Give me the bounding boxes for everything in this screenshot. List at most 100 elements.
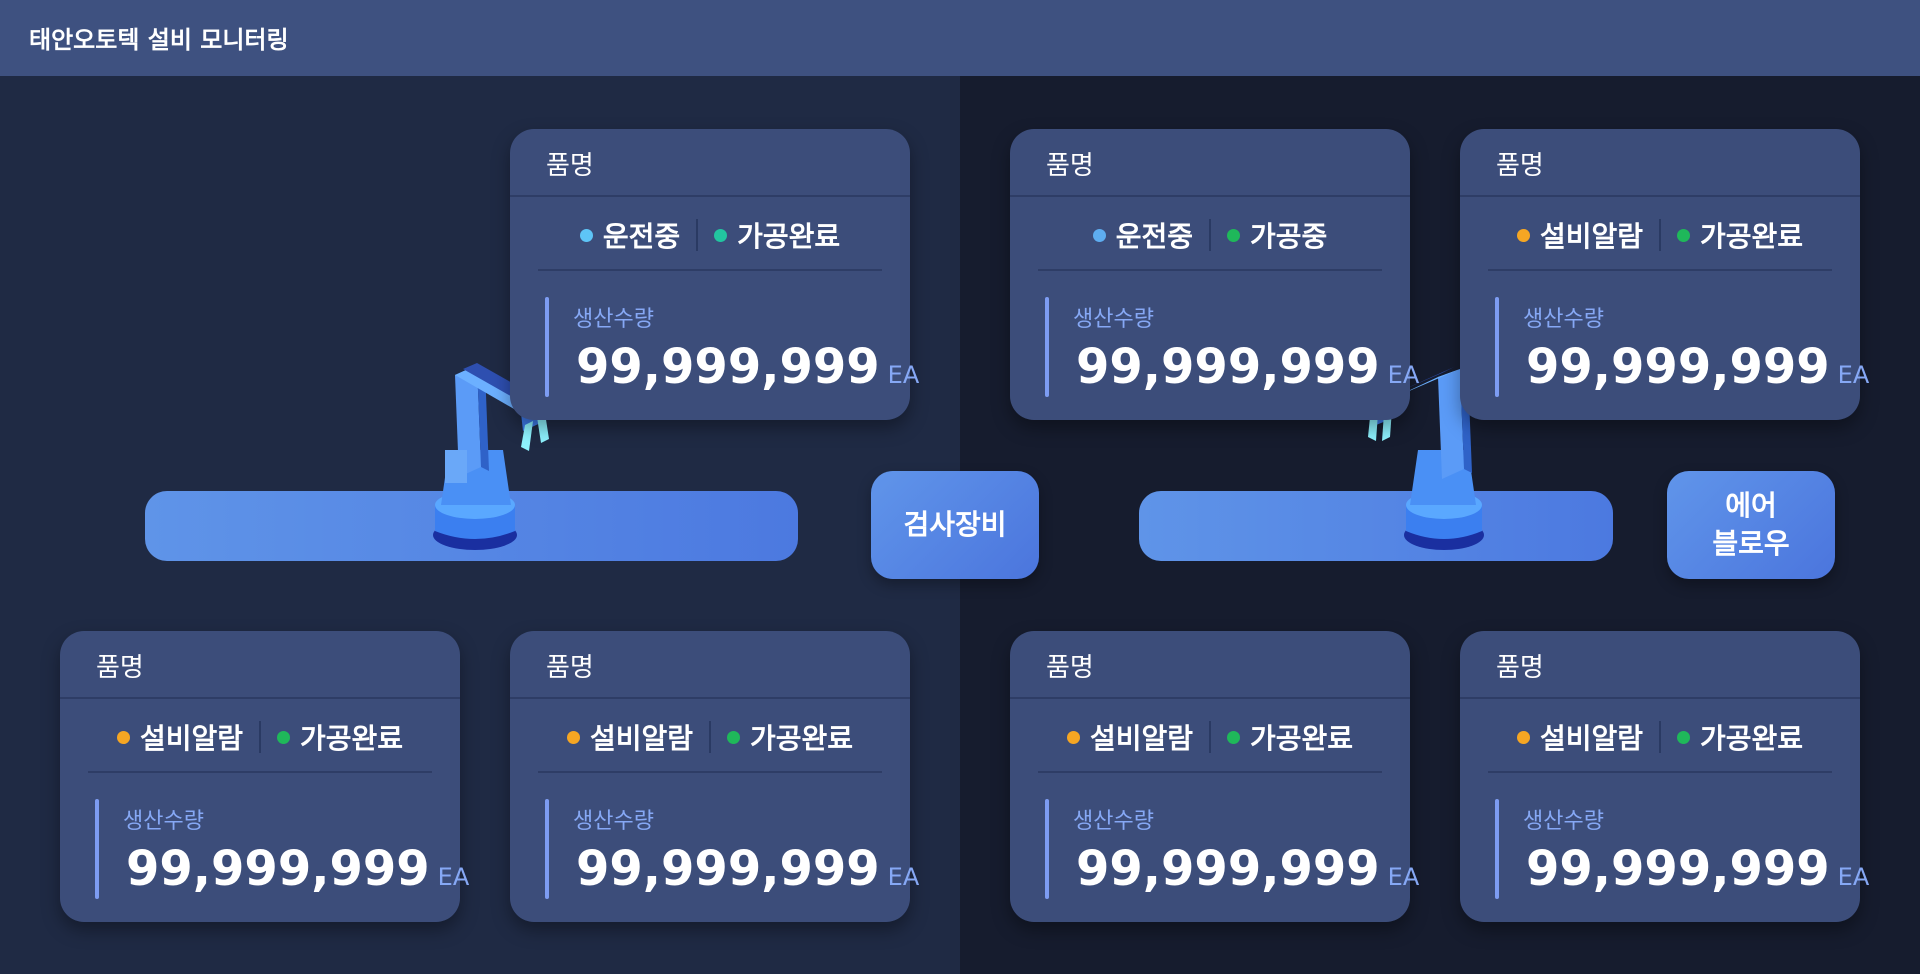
status-dot <box>1066 730 1080 744</box>
divider <box>1460 195 1860 197</box>
status-dot <box>1516 228 1530 242</box>
production-qty-label: 생산수량 <box>1523 809 1604 834</box>
status-row: 운전중 가공중 <box>1038 207 1382 263</box>
status-dot <box>1092 228 1106 242</box>
equipment-card[interactable]: 품명 설비알람 가공완료 생산수량 99,999,999 EA <box>1460 631 1869 922</box>
status-text: 운전중 <box>602 220 681 253</box>
divider <box>510 697 910 699</box>
production-qty-value: 99,999,999 EA <box>1076 339 1420 395</box>
divider <box>1038 771 1382 773</box>
divider <box>1488 771 1832 773</box>
status-dot <box>566 730 580 744</box>
qty-unit: EA <box>1387 863 1420 891</box>
status-item-primary: 설비알람 <box>116 717 243 757</box>
divider <box>88 771 432 773</box>
status-separator <box>709 721 711 753</box>
divider <box>1460 697 1860 699</box>
equipment-card[interactable]: 품명 운전중 가공완료 생산수량 99,999,999 EA <box>510 129 919 420</box>
equipment-card[interactable]: 품명 설비알람 가공완료 생산수량 99,999,999 EA <box>510 631 919 922</box>
equipment-card[interactable]: 품명 운전중 가공중 생산수량 99,999,999 EA <box>1010 129 1419 420</box>
status-text: 가공완료 <box>737 220 841 253</box>
status-item-primary: 설비알람 <box>1516 215 1643 255</box>
production-qty-label: 생산수량 <box>1073 809 1154 834</box>
production-qty-label: 생산수량 <box>1523 307 1604 332</box>
equipment-card[interactable]: 품명 설비알람 가공완료 생산수량 99,999,999 EA <box>60 631 469 922</box>
production-qty-value: 99,999,999 EA <box>126 841 470 897</box>
card-product-name: 품명 <box>1496 151 1544 181</box>
divider <box>1010 697 1410 699</box>
production-qty-label: 생산수량 <box>123 809 204 834</box>
status-text: 가공완료 <box>1700 722 1804 755</box>
status-separator <box>259 721 261 753</box>
status-row: 설비알람 가공완료 <box>1488 207 1832 263</box>
status-text: 가공완료 <box>1250 722 1354 755</box>
status-item-secondary: 가공완료 <box>1677 215 1803 255</box>
production-qty-value: 99,999,999 EA <box>1526 841 1870 897</box>
production-qty-value: 99,999,999 EA <box>576 339 920 395</box>
equipment-card[interactable]: 품명 설비알람 가공완료 생산수량 99,999,999 EA <box>1460 129 1869 420</box>
status-text: 설비알람 <box>1539 722 1643 755</box>
status-separator <box>1659 721 1661 753</box>
status-row: 설비알람 가공완료 <box>1488 709 1832 765</box>
qty-unit: EA <box>887 361 920 389</box>
divider <box>510 195 910 197</box>
qty-unit: EA <box>1837 361 1870 389</box>
air-blow-station-button[interactable]: 에어 블로우 <box>1667 471 1835 579</box>
card-product-name: 품명 <box>1496 653 1544 683</box>
status-dot <box>116 730 130 744</box>
page-title: 태안오토텍 설비 모니터링 <box>29 26 289 54</box>
status-dot <box>1227 228 1240 242</box>
status-item-secondary: 가공완료 <box>714 215 840 255</box>
status-dot <box>1516 730 1530 744</box>
divider <box>1010 195 1410 197</box>
card-product-name: 품명 <box>1046 151 1094 181</box>
accent-bar <box>1495 799 1499 899</box>
production-qty-value: 99,999,999 EA <box>576 841 920 897</box>
qty-unit: EA <box>437 863 470 891</box>
production-qty-label: 생산수량 <box>1073 307 1154 332</box>
accent-bar <box>1045 297 1049 397</box>
top-bar: 태안오토텍 설비 모니터링 <box>0 0 1920 76</box>
status-item-secondary: 가공완료 <box>1227 717 1353 757</box>
status-text: 설비알람 <box>1539 220 1643 253</box>
card-product-name: 품명 <box>546 653 594 683</box>
divider <box>538 771 882 773</box>
accent-bar <box>545 799 549 899</box>
status-item-primary: 설비알람 <box>1066 717 1193 757</box>
status-row: 설비알람 가공완료 <box>88 709 432 765</box>
card-product-name: 품명 <box>546 151 594 181</box>
status-text: 운전중 <box>1115 220 1193 253</box>
status-dot <box>1677 228 1690 242</box>
production-qty-label: 생산수량 <box>573 307 654 332</box>
status-dot <box>579 228 593 242</box>
accent-bar <box>545 297 549 397</box>
status-item-primary: 설비알람 <box>566 717 693 757</box>
status-item-primary: 운전중 <box>579 215 681 255</box>
status-row: 운전중 가공완료 <box>538 207 882 263</box>
accent-bar <box>1495 297 1499 397</box>
status-text: 설비알람 <box>589 722 693 755</box>
status-item-secondary: 가공중 <box>1227 215 1327 255</box>
card-product-name: 품명 <box>1046 653 1094 683</box>
status-separator <box>1659 219 1661 251</box>
card-product-name: 품명 <box>96 653 144 683</box>
status-row: 설비알람 가공완료 <box>1038 709 1382 765</box>
status-dot <box>277 730 290 744</box>
status-separator <box>1209 721 1211 753</box>
status-dot <box>1677 730 1690 744</box>
production-qty-value: 99,999,999 EA <box>1526 339 1870 395</box>
status-text: 설비알람 <box>139 722 243 755</box>
status-item-primary: 설비알람 <box>1516 717 1643 757</box>
divider <box>1488 269 1832 271</box>
status-text: 가공완료 <box>750 722 854 755</box>
equipment-card[interactable]: 품명 설비알람 가공완료 생산수량 99,999,999 EA <box>1010 631 1419 922</box>
divider <box>538 269 882 271</box>
status-item-primary: 운전중 <box>1092 215 1193 255</box>
status-dot <box>727 730 740 744</box>
inspection-station-button[interactable]: 검사장비 <box>871 471 1039 579</box>
production-qty-label: 생산수량 <box>573 809 654 834</box>
status-separator <box>696 219 699 251</box>
status-text: 가공완료 <box>1700 220 1804 253</box>
divider <box>1038 269 1382 271</box>
status-item-secondary: 가공완료 <box>1677 717 1803 757</box>
